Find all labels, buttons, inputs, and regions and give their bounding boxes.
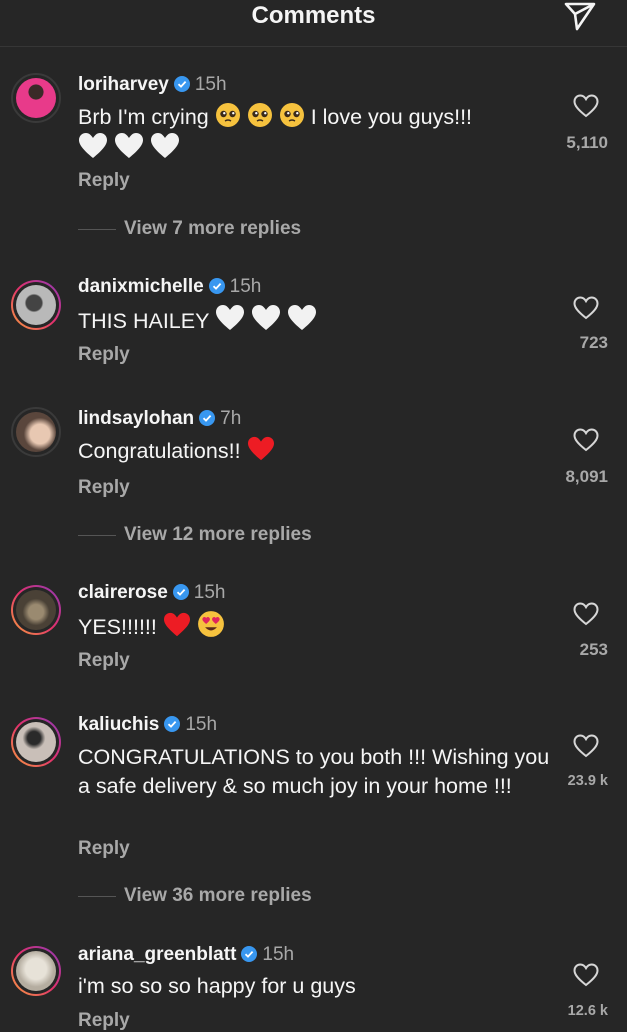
like-count: 23.9 k	[567, 773, 608, 789]
white-heart-icon	[114, 133, 143, 158]
red-heart-icon	[247, 436, 274, 461]
red-heart-icon	[163, 612, 190, 637]
comment-text: i'm so so so happy for u guys	[78, 974, 356, 998]
white-heart-icon	[79, 133, 107, 158]
comment-text: YES!!!!!!	[78, 610, 548, 642]
heart-outline-icon[interactable]	[573, 734, 599, 758]
username[interactable]: loriharvey	[78, 74, 169, 95]
username[interactable]: clairerose	[78, 582, 168, 603]
timestamp: 15h	[262, 944, 295, 965]
comment-header: loriharvey 15h	[78, 74, 227, 96]
avatar[interactable]	[11, 407, 61, 457]
view-more-replies-label: View 7 more replies	[124, 218, 302, 239]
divider	[78, 895, 116, 897]
view-more-replies-label: View 36 more replies	[124, 885, 312, 906]
timestamp: 15h	[194, 74, 227, 95]
view-more-replies-button[interactable]: View 12 more replies	[78, 524, 312, 546]
comment-text-part: I love you guys!!!	[310, 105, 473, 129]
verified-badge-icon	[173, 76, 190, 92]
pleading-face-icon	[215, 103, 240, 127]
white-heart-icon	[150, 133, 179, 158]
heart-outline-icon[interactable]	[573, 602, 599, 626]
comment-header: kaliuchis 15h	[78, 714, 217, 736]
reply-button[interactable]: Reply	[78, 344, 130, 366]
comment-text: Brb I'm crying I love you guys!!!	[78, 102, 548, 164]
avatar[interactable]	[11, 73, 61, 123]
verified-badge-icon	[164, 716, 181, 732]
view-more-replies-label: View 12 more replies	[124, 524, 312, 545]
avatar[interactable]	[11, 280, 61, 330]
heart-outline-icon[interactable]	[573, 296, 599, 320]
timestamp: 15h	[229, 276, 262, 297]
comment-header: clairerose 15h	[78, 582, 226, 604]
heart-outline-icon[interactable]	[573, 428, 599, 452]
reply-button[interactable]: Reply	[78, 170, 130, 192]
reply-button[interactable]: Reply	[78, 1010, 130, 1032]
reply-button[interactable]: Reply	[78, 650, 130, 672]
divider	[78, 228, 116, 230]
comment-header: ariana_greenblatt 15h	[78, 944, 294, 966]
verified-badge-icon	[199, 410, 216, 426]
like-count: 5,110	[566, 133, 608, 152]
comment-text-part: Brb I'm crying	[78, 105, 209, 129]
white-heart-icon	[288, 305, 316, 330]
send-icon[interactable]	[563, 0, 597, 32]
page-title: Comments	[251, 2, 376, 29]
comments-header: Comments	[0, 0, 627, 47]
verified-badge-icon	[208, 278, 225, 294]
timestamp: 15h	[193, 582, 226, 603]
reply-button[interactable]: Reply	[78, 477, 130, 499]
verified-badge-icon	[241, 946, 258, 962]
like-count: 723	[579, 333, 608, 352]
verified-badge-icon	[172, 584, 189, 600]
view-more-replies-button[interactable]: View 36 more replies	[78, 885, 312, 907]
timestamp: 7h	[220, 408, 242, 429]
username[interactable]: kaliuchis	[78, 714, 159, 735]
view-more-replies-button[interactable]: View 7 more replies	[78, 218, 301, 240]
comment-text-part: THIS HAILEY	[78, 309, 210, 333]
comment-text: THIS HAILEY	[78, 304, 548, 336]
comment-header: danixmichelle 15h	[78, 276, 261, 298]
heart-outline-icon[interactable]	[573, 963, 599, 987]
pleading-face-icon	[279, 103, 304, 127]
like-count: 253	[579, 640, 608, 659]
divider	[78, 534, 116, 536]
like-count: 12.6 k	[567, 1003, 608, 1019]
heart-eyes-face-icon	[197, 611, 224, 637]
username[interactable]: danixmichelle	[78, 276, 204, 297]
comment-text-part: YES!!!!!!	[78, 615, 157, 639]
comment-text: Congratulations!!	[78, 436, 548, 466]
avatar[interactable]	[11, 946, 61, 996]
avatar[interactable]	[11, 717, 61, 767]
white-heart-icon	[216, 305, 245, 330]
username[interactable]: ariana_greenblatt	[78, 944, 236, 965]
pleading-face-icon	[247, 103, 272, 127]
heart-outline-icon[interactable]	[573, 94, 599, 118]
comment-header: lindsaylohan 7h	[78, 408, 241, 430]
comment-text-part: Congratulations!!	[78, 439, 241, 463]
avatar[interactable]	[11, 585, 61, 635]
like-count: 8,091	[565, 467, 608, 486]
timestamp: 15h	[185, 714, 218, 735]
reply-button[interactable]: Reply	[78, 838, 130, 860]
comment-text: CONGRATULATIONS to you both !!! Wishing …	[78, 745, 550, 798]
username[interactable]: lindsaylohan	[78, 408, 194, 429]
white-heart-icon	[252, 305, 281, 330]
